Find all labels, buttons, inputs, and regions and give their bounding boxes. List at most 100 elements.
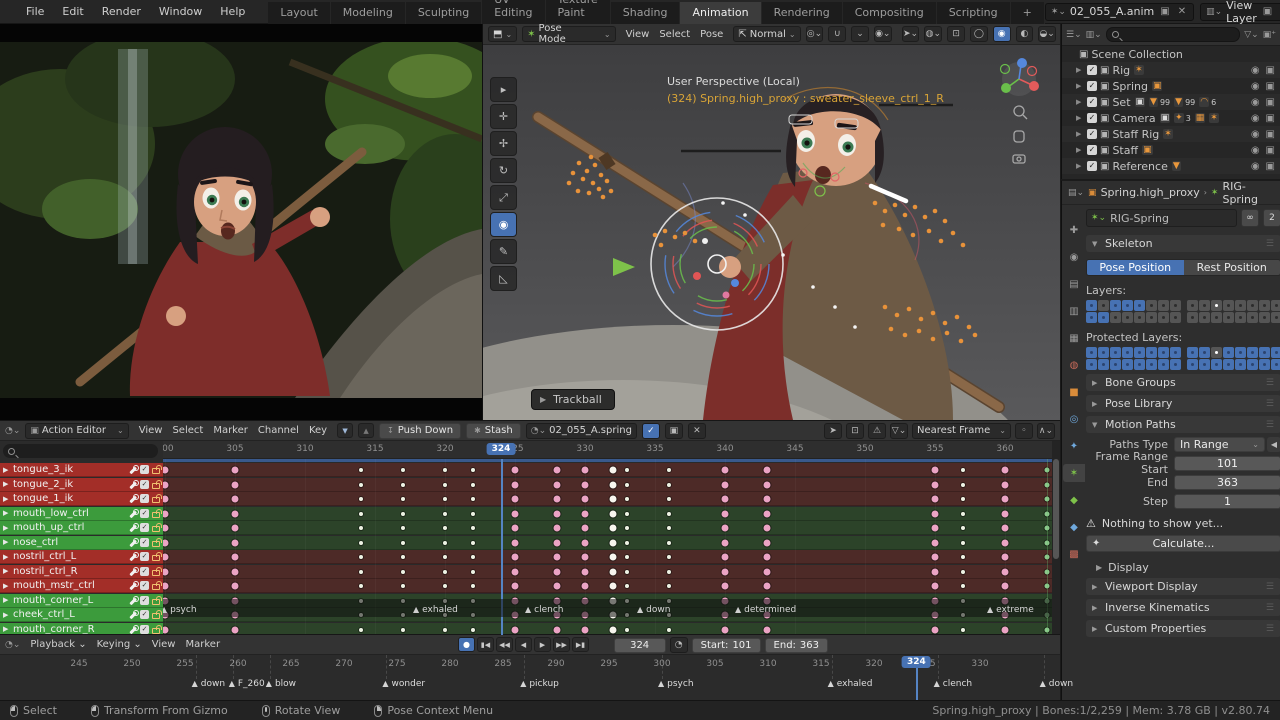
outliner-row-camera[interactable]: ▶ ✓ ▣ Camera ▣ ✦ 3 ▦ ✶ ◉ ▣ — [1062, 110, 1280, 126]
protected-layer-cell[interactable] — [1199, 347, 1210, 358]
keyframe-breakdown[interactable] — [401, 482, 405, 487]
layer-cell[interactable] — [1134, 300, 1145, 311]
frame-end-field[interactable]: End: 363 — [764, 637, 828, 653]
layer-cell[interactable] — [1235, 300, 1246, 311]
users-count-button[interactable]: 2 — [1263, 209, 1280, 227]
viewport-menu-select[interactable]: Select — [654, 27, 695, 42]
collection-checkbox[interactable]: ✓ — [1087, 161, 1097, 171]
keyframe-breakdown[interactable] — [961, 627, 965, 632]
keyframe-breakdown[interactable] — [401, 497, 405, 501]
protected-layer-cell[interactable] — [1170, 347, 1181, 358]
keyframe-breakdown[interactable] — [401, 468, 405, 472]
keyframe-selected[interactable] — [609, 481, 617, 488]
hide-eye-icon[interactable]: ◉ — [1251, 161, 1260, 172]
frame-start-field[interactable]: Start: 101 — [691, 637, 761, 653]
keyframe-selected[interactable] — [609, 495, 617, 503]
snap-magnet-button[interactable]: ∪ — [828, 26, 847, 42]
protected-layer-cell[interactable] — [1122, 347, 1133, 358]
dope-menu-select[interactable]: Select — [167, 423, 208, 438]
animate-property-button[interactable]: ◀ — [1267, 436, 1280, 452]
editor-type-button[interactable]: ◔⌄ — [5, 640, 20, 650]
scene-selector[interactable]: ✶⌄ 02_055_A.anim ▣ ✕ — [1044, 2, 1195, 21]
keyframe-selected[interactable] — [609, 553, 617, 561]
keyframe-breakdown[interactable] — [667, 584, 671, 588]
timeline-ruler[interactable]: 324 245 250 255 260 265 270 275 280 285 290 295 300… — [0, 655, 1073, 701]
expand-icon[interactable]: ▶ — [3, 495, 10, 503]
calculate-paths-button[interactable]: ✦ Calculate... — [1086, 535, 1280, 552]
expand-icon[interactable]: ▶ — [3, 538, 10, 546]
physics-tab-icon[interactable]: ◎ — [1063, 410, 1085, 428]
expand-icon[interactable]: ▶ — [3, 625, 10, 633]
keyframe-breakdown[interactable] — [625, 511, 629, 516]
editor-type-button[interactable]: ☰⌄ — [1066, 30, 1082, 40]
timeline-menu-keying[interactable]: Keying ⌄ — [92, 637, 147, 652]
keyframe-key[interactable] — [763, 481, 771, 488]
keyframe-breakdown[interactable] — [401, 627, 405, 632]
marker-down[interactable]: ▲ down — [192, 679, 225, 689]
marker-extreme[interactable]: ▲ extreme — [987, 605, 1034, 615]
keyframe-breakdown[interactable] — [471, 497, 475, 501]
keyframe-breakdown[interactable] — [625, 497, 629, 501]
operator-redo-panel[interactable]: ▶ Trackball — [531, 389, 615, 410]
tool-tab-icon[interactable]: ✚ — [1063, 221, 1085, 239]
layer-cell[interactable] — [1187, 300, 1198, 311]
field-value[interactable]: 1 — [1174, 493, 1280, 509]
protected-layer-cell[interactable] — [1187, 359, 1198, 370]
collection-checkbox[interactable]: ✓ — [1087, 97, 1097, 107]
channel-lock-icon[interactable] — [152, 494, 162, 503]
layer-cell[interactable] — [1110, 312, 1121, 323]
protected-layer-cell[interactable] — [1271, 347, 1280, 358]
viewport-menu-view[interactable]: View — [621, 27, 655, 42]
play-reverse-button[interactable]: ◀ — [515, 637, 532, 652]
channel-enable-checkbox[interactable]: ✓ — [140, 610, 149, 619]
dope-mode-selector[interactable]: ▣ Action Editor ⌄ — [25, 422, 129, 439]
output-tab-icon[interactable]: ▤ — [1063, 275, 1085, 293]
expand-icon[interactable]: ▶ — [3, 480, 10, 488]
keyframe-breakdown[interactable] — [961, 482, 965, 487]
render-preview-editor[interactable] — [0, 24, 482, 420]
expand-icon[interactable]: ▶ — [3, 524, 10, 532]
keyframe-selected[interactable] — [609, 510, 617, 517]
keyframe-breakdown[interactable] — [667, 526, 671, 530]
channel-lock-icon[interactable] — [152, 465, 162, 474]
keyframe-breakdown[interactable] — [471, 526, 475, 530]
expand-icon[interactable]: ▶ — [3, 466, 10, 474]
channel-enable-checkbox[interactable]: ✓ — [140, 595, 149, 605]
keyframe-area[interactable]: 300305310315320325330335340345350355360 … — [163, 441, 1052, 635]
channel-enable-checkbox[interactable]: ✓ — [140, 552, 149, 561]
keyframe-breakdown[interactable] — [625, 627, 629, 632]
collection-checkbox[interactable]: ✓ — [1087, 129, 1097, 139]
layer-cell[interactable] — [1247, 312, 1258, 323]
view-layer-tab-icon[interactable]: ▥ — [1063, 302, 1085, 320]
dope-markers-band[interactable]: ▲ psych ▲ exhaled ▲ clench ▲ down ▲ determined ▲ ex… — [163, 599, 1052, 617]
protected-layer-cell[interactable] — [1110, 359, 1121, 370]
action-datablock-selector[interactable]: ◔⌄ 02_055_A.spring — [525, 422, 637, 439]
modifiers-wrench-icon[interactable] — [128, 508, 139, 518]
keyframe-selected[interactable] — [609, 568, 617, 575]
show-errors-icon[interactable]: ⚠ — [868, 422, 887, 439]
keyframe-selected[interactable] — [609, 466, 617, 474]
interpolation-dropdown[interactable]: ∧⌄ — [1037, 422, 1055, 439]
outliner-row-reference[interactable]: ▶ ✓ ▣ Reference ▼ ◉ ▣ — [1062, 158, 1280, 174]
expand-icon[interactable]: ▶ — [3, 553, 10, 561]
keyframe-key[interactable] — [553, 524, 561, 532]
keyframe-breakdown[interactable] — [625, 468, 629, 472]
expand-icon[interactable]: ▶ — [1076, 114, 1084, 122]
channel-lock-icon[interactable] — [152, 523, 162, 532]
marker-determined[interactable]: ▲ determined — [735, 605, 796, 615]
protected-layer-cell[interactable] — [1247, 359, 1258, 370]
workspace-tab-uv-editing[interactable]: UV Editing — [482, 0, 546, 24]
outliner-row-staff-rig[interactable]: ▶ ✓ ▣ Staff Rig ✶ ◉ ▣ — [1062, 126, 1280, 142]
disable-render-icon[interactable]: ▣ — [1266, 129, 1275, 140]
layer-cell[interactable] — [1259, 312, 1270, 323]
channel-lock-icon[interactable] — [152, 566, 162, 576]
modifiers-wrench-icon[interactable] — [128, 494, 139, 503]
dope-menu-marker[interactable]: Marker — [208, 423, 253, 438]
transform-tool[interactable]: ◉ — [490, 212, 517, 237]
channel-mouth_up_ctrl[interactable]: ▶ mouth_up_ctrl ✓ — [0, 521, 163, 535]
xray-toggle-button[interactable]: ⊡ — [947, 26, 965, 42]
disable-render-icon[interactable]: ▣ — [1266, 65, 1275, 76]
constraints-tab-icon[interactable]: ✦ — [1063, 437, 1085, 455]
display-mode-button[interactable]: ▥⌄ — [1086, 30, 1102, 40]
snap-mode-dropdown[interactable]: Nearest Frame ⌄ — [912, 422, 1011, 439]
